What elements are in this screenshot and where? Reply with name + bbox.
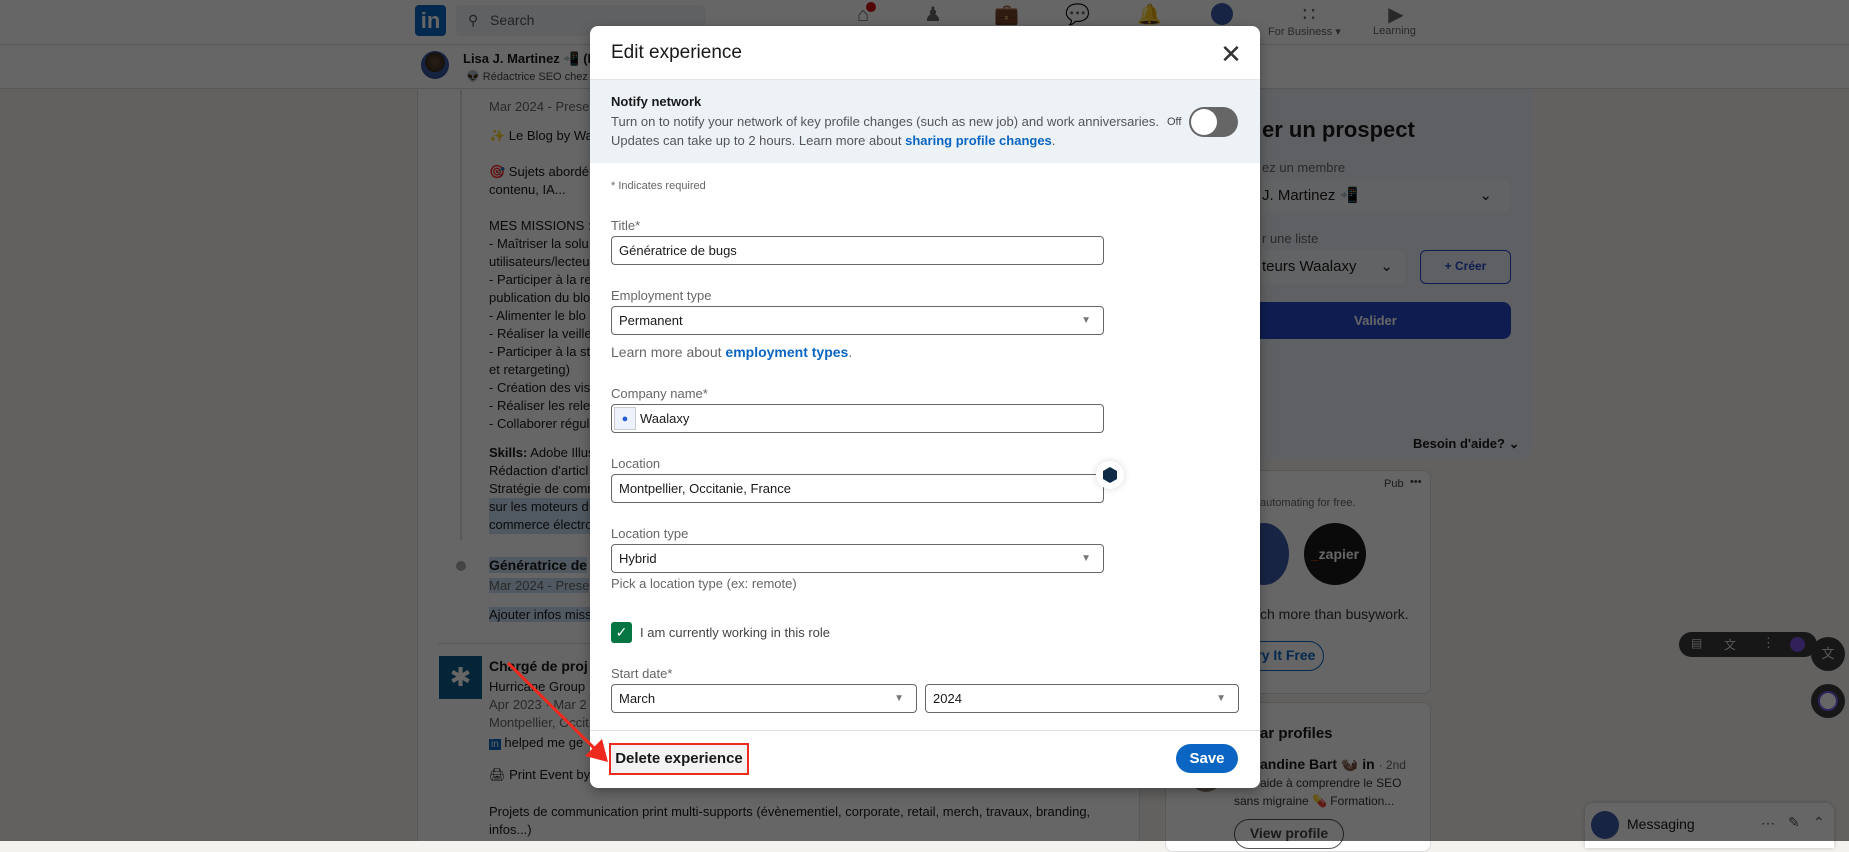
arrow-line <box>506 661 598 752</box>
annotation-arrow <box>506 661 608 762</box>
